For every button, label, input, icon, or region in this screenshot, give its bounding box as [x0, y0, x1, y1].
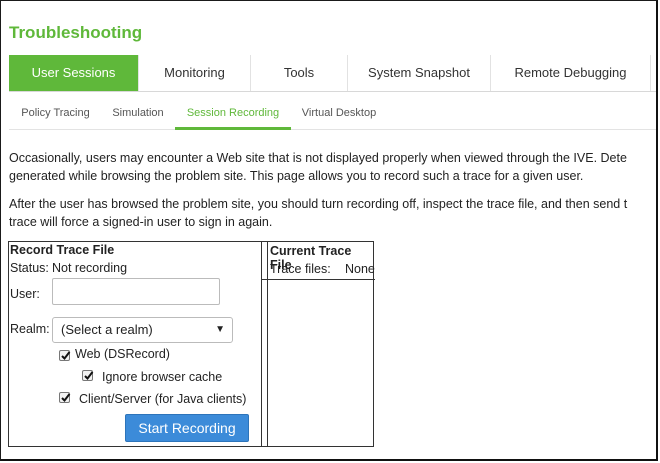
checkmark-icon — [61, 351, 71, 361]
user-label: User: — [10, 287, 40, 301]
web-dsrecord-checkbox[interactable] — [59, 350, 71, 361]
ignore-browser-cache-label: Ignore browser cache — [102, 370, 223, 384]
status-value: Not recording — [52, 261, 128, 275]
tab-user-sessions[interactable]: User Sessions — [9, 55, 139, 91]
tab-remote-debugging[interactable]: Remote Debugging — [491, 55, 651, 91]
realm-label: Realm: — [10, 322, 50, 336]
subtab-policy-tracing[interactable]: Policy Tracing — [9, 99, 102, 127]
record-trace-section: Record Trace File Status: Not recording … — [9, 242, 262, 446]
intro-text-line-4: trace will force a signed-in user to sig… — [9, 215, 273, 229]
realm-select-value: (Select a realm) — [61, 322, 153, 337]
ignore-browser-cache-checkbox[interactable] — [82, 370, 94, 381]
intro-text-line-2: generated while browsing the problem sit… — [9, 169, 584, 183]
trace-files-label: Trace files: — [270, 262, 331, 276]
intro-text-line-3: After the user has browsed the problem s… — [9, 197, 628, 211]
client-server-label: Client/Server (for Java clients) — [79, 392, 247, 406]
tab-system-snapshot[interactable]: System Snapshot — [348, 55, 491, 91]
tab-monitoring[interactable]: Monitoring — [139, 55, 251, 91]
checkmark-icon — [84, 371, 94, 381]
user-input[interactable] — [52, 278, 220, 305]
trace-files-value: None — [345, 262, 375, 276]
client-server-checkbox[interactable] — [59, 392, 71, 403]
intro-text-line-1: Occasionally, users may encounter a Web … — [9, 151, 627, 165]
realm-select[interactable]: (Select a realm) ▼ — [52, 317, 233, 343]
record-trace-header: Record Trace File — [10, 243, 115, 257]
page-title: Troubleshooting — [9, 23, 143, 42]
sub-tab-bar: Policy Tracing Simulation Session Record… — [9, 99, 656, 130]
tab-tools[interactable]: Tools — [251, 55, 348, 91]
window-frame: Troubleshooting User Sessions Monitoring… — [0, 0, 658, 461]
main-tab-bar: User Sessions Monitoring Tools System Sn… — [9, 55, 656, 92]
status-label: Status: — [10, 261, 49, 275]
subtab-virtual-desktop[interactable]: Virtual Desktop — [294, 99, 384, 127]
current-trace-section: Current Trace File Trace files: None — [261, 242, 375, 280]
web-dsrecord-label: Web (DSRecord) — [75, 347, 170, 361]
subtab-session-recording[interactable]: Session Recording — [175, 99, 291, 130]
start-recording-button[interactable]: Start Recording — [125, 414, 249, 442]
trace-panel: Record Trace File Status: Not recording … — [8, 241, 375, 447]
checkmark-icon — [61, 393, 71, 403]
chevron-down-icon: ▼ — [215, 324, 225, 335]
subtab-simulation[interactable]: Simulation — [102, 99, 174, 127]
